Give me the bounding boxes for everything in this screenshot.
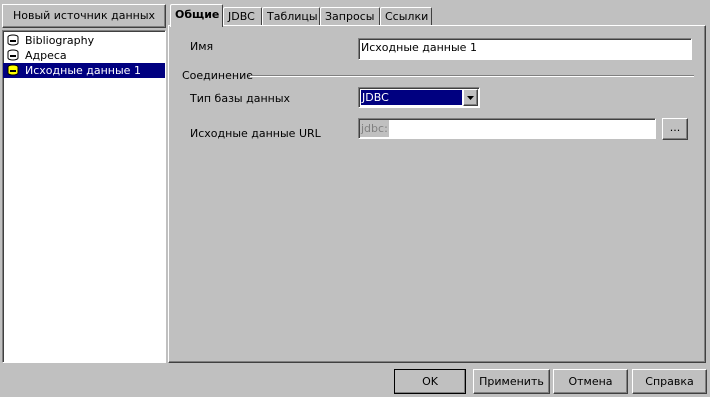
new-data-source-button[interactable]: Новый источник данных xyxy=(2,4,166,28)
list-item-label: Bibliography xyxy=(25,34,95,47)
tab-general[interactable]: Общие xyxy=(170,4,223,27)
list-item-label: Адреса xyxy=(25,49,67,62)
list-item-addresses[interactable]: Адреса xyxy=(3,48,165,63)
database-icon xyxy=(7,34,20,46)
help-button[interactable]: Справка xyxy=(632,369,707,394)
tab-jdbc[interactable]: JDBC xyxy=(223,7,262,25)
database-new-icon xyxy=(7,64,20,76)
name-label: Имя xyxy=(190,40,214,53)
section-divider xyxy=(250,75,694,77)
chevron-down-icon xyxy=(467,96,474,100)
list-item-label: Исходные данные 1 xyxy=(25,64,141,77)
connection-section-label: Соединение xyxy=(182,69,254,82)
database-icon xyxy=(7,49,20,61)
db-type-value: JDBC xyxy=(361,90,462,105)
db-type-label: Тип базы данных xyxy=(190,92,291,105)
url-label: Исходные данные URL xyxy=(190,127,321,140)
tab-queries[interactable]: Запросы xyxy=(320,7,380,25)
name-field[interactable]: Исходные данные 1 xyxy=(358,38,692,60)
cancel-button[interactable]: Отмена xyxy=(553,369,628,394)
dropdown-button[interactable] xyxy=(463,89,478,106)
url-field[interactable]: jdbc: xyxy=(358,118,656,139)
apply-button[interactable]: Применить xyxy=(473,369,550,394)
list-item-source-1[interactable]: Исходные данные 1 xyxy=(3,63,165,78)
ok-button[interactable]: OK xyxy=(394,369,466,394)
tab-tables[interactable]: Таблицы xyxy=(262,7,320,25)
browse-button[interactable]: ... xyxy=(662,118,688,140)
tab-links[interactable]: Ссылки xyxy=(380,7,432,25)
url-prefix: jdbc: xyxy=(360,120,389,137)
data-source-list[interactable]: Bibliography Адреса Исходные данные 1 xyxy=(2,30,166,363)
db-type-select[interactable]: JDBC xyxy=(358,87,480,108)
list-item-bibliography[interactable]: Bibliography xyxy=(3,33,165,48)
